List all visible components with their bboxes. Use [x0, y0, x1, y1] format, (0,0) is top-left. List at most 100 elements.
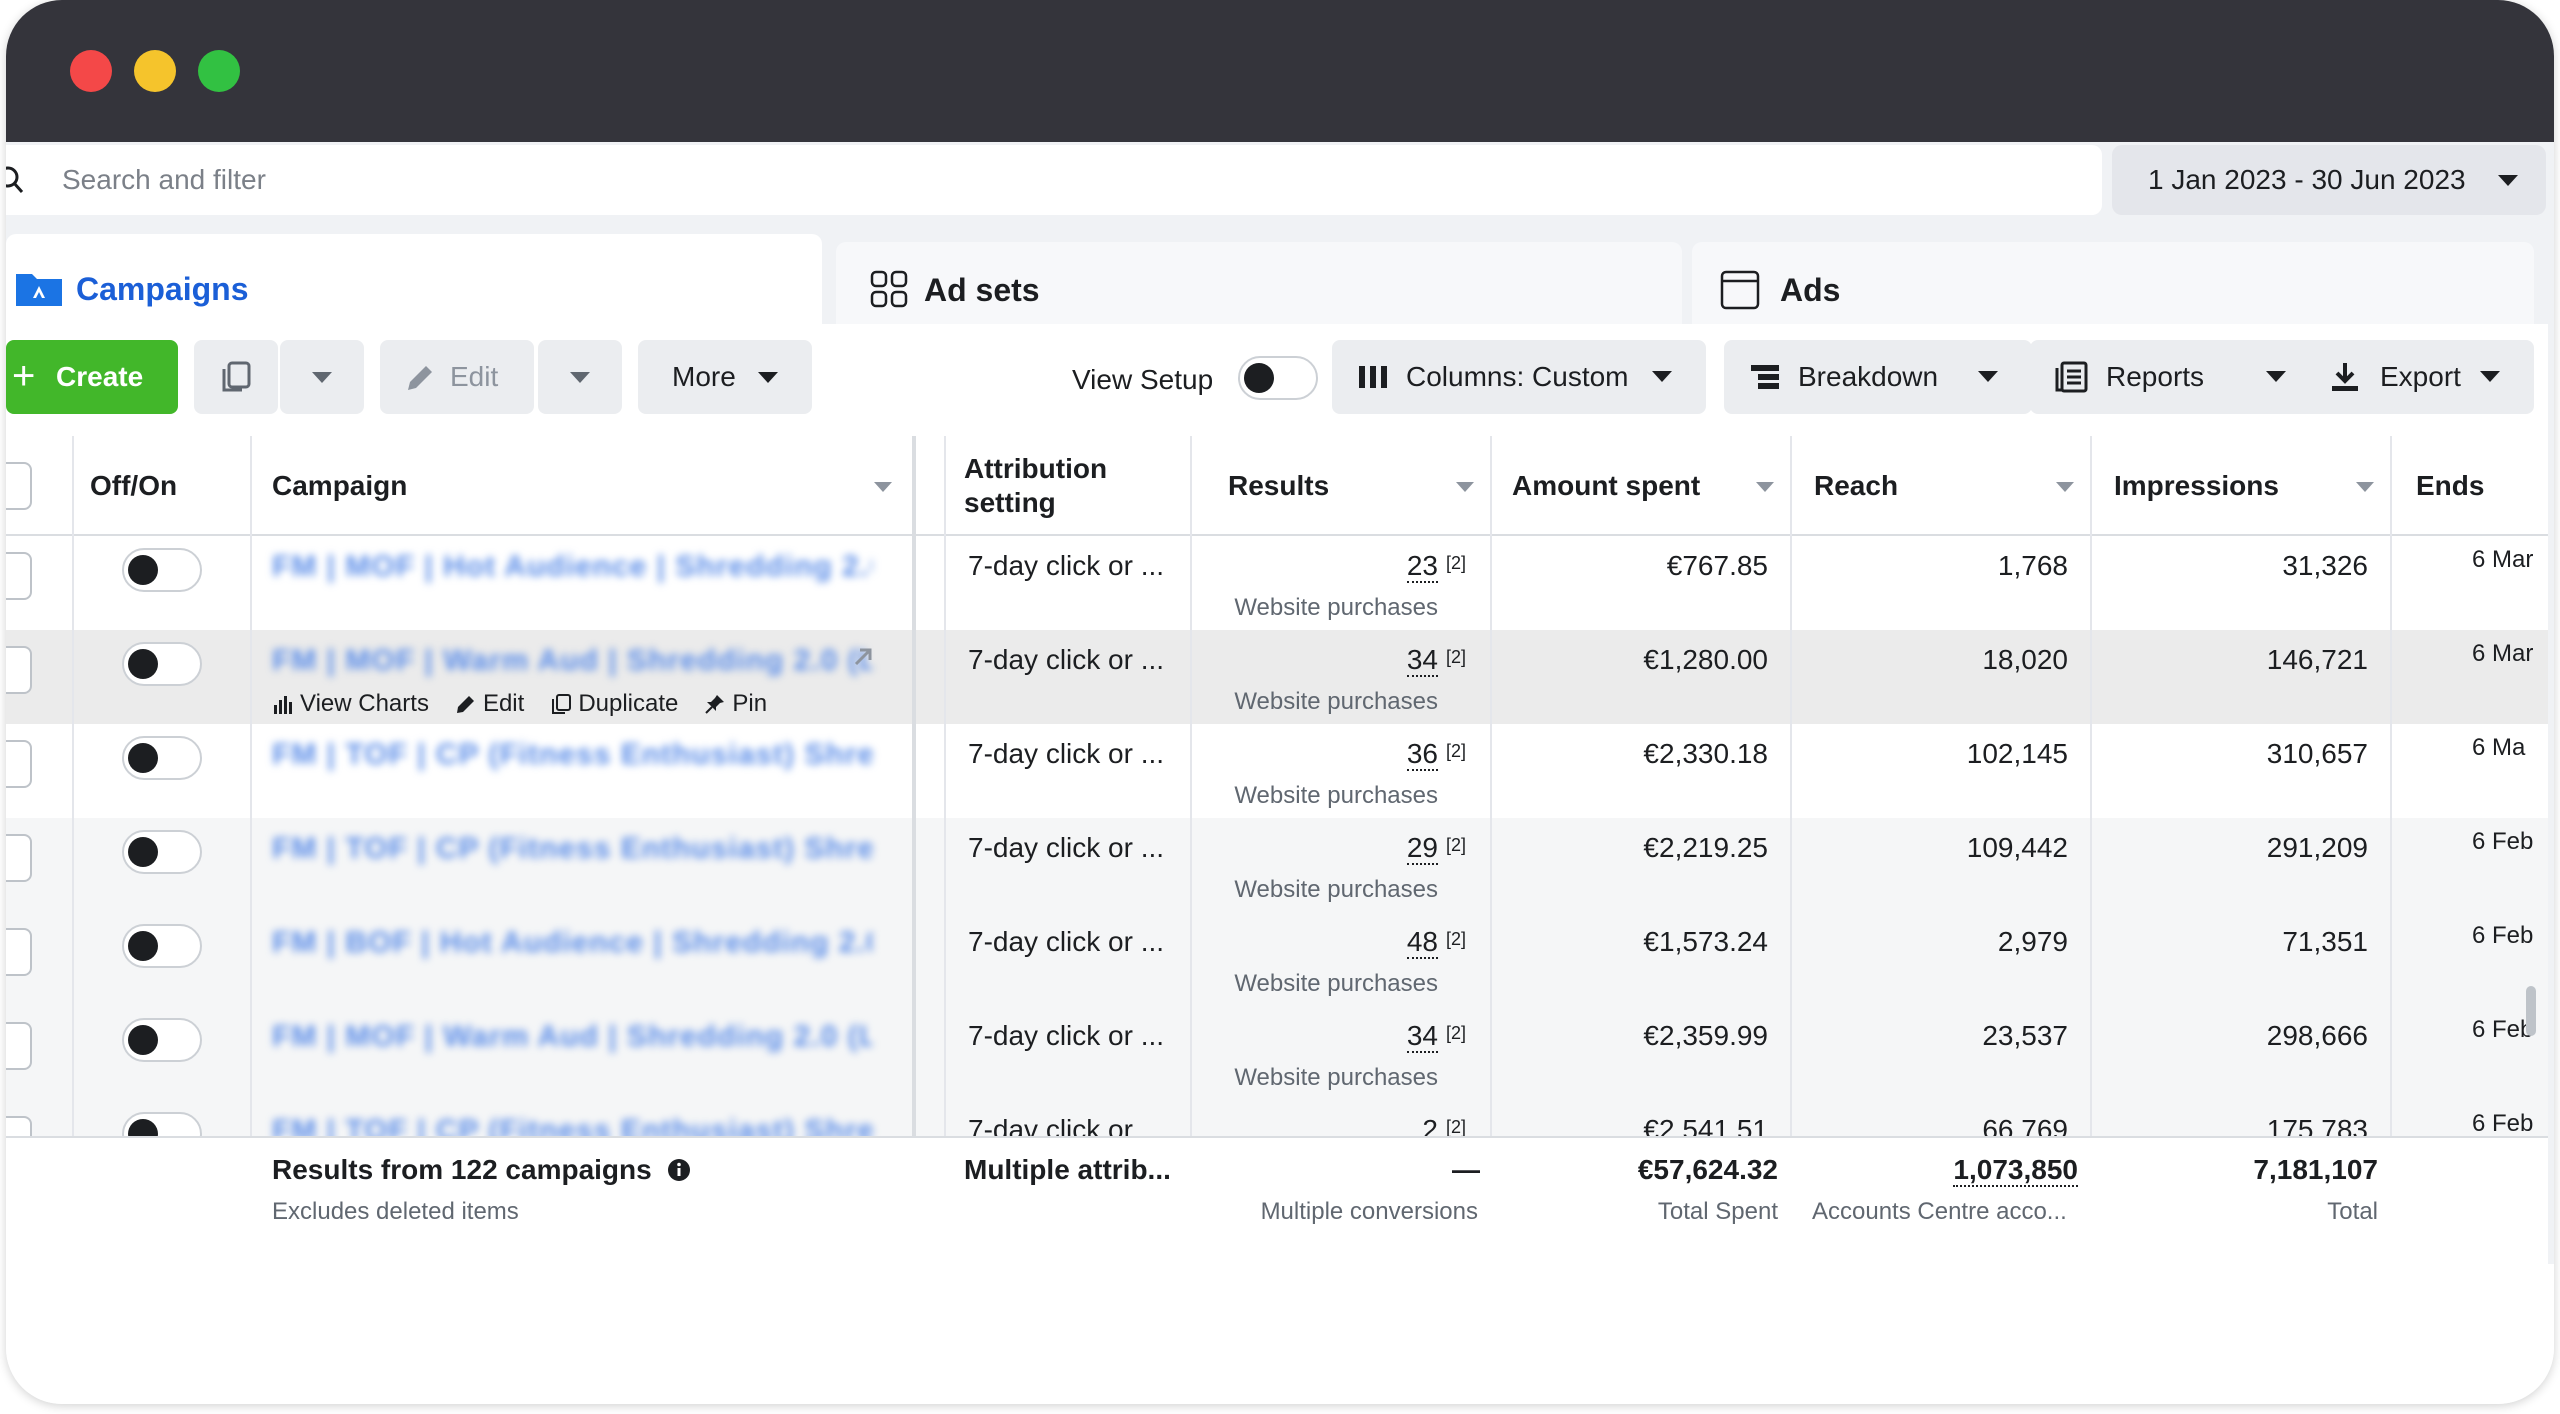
results-value[interactable]: 34: [1406, 1020, 1438, 1053]
chevron-down-icon: [1652, 371, 1672, 382]
more-button[interactable]: More: [638, 340, 812, 414]
row-checkbox[interactable]: [6, 740, 32, 788]
view-setup-toggle[interactable]: [1238, 356, 1318, 400]
sort-caret-icon[interactable]: [2056, 482, 2074, 492]
reach-cell: 109,442: [1966, 832, 2068, 863]
chevron-down-icon: [2480, 371, 2500, 382]
view-charts-link[interactable]: View Charts: [272, 690, 429, 718]
campaign-name[interactable]: FM | TOF | CP (Fitness Enthusiast) Shred…: [272, 738, 872, 772]
totals-reach-sub: Accounts Centre acco...: [1812, 1198, 2067, 1225]
search-bar[interactable]: [6, 145, 2102, 215]
row-checkbox[interactable]: [6, 1022, 32, 1070]
row-edit-link[interactable]: Edit: [455, 690, 524, 718]
table-row[interactable]: FM | TOF | CP (Fitness Enthusiast) Shred…: [6, 818, 2548, 912]
campaign-toggle[interactable]: [122, 548, 202, 592]
row-checkbox[interactable]: [6, 928, 32, 976]
breakdown-button[interactable]: Breakdown: [1724, 340, 2032, 414]
results-value[interactable]: 29: [1406, 832, 1438, 865]
results-cell: 48 [2]: [1194, 926, 1466, 959]
impressions-cell: 71,351: [2282, 926, 2368, 957]
header-campaign[interactable]: Campaign: [272, 436, 407, 536]
row-checkbox[interactable]: [6, 646, 32, 694]
row-pin-label: Pin: [732, 690, 768, 717]
search-input[interactable]: [62, 159, 1962, 201]
duplicate-button[interactable]: [194, 340, 278, 414]
header-off-on[interactable]: Off/On: [90, 436, 177, 536]
duplicate-dropdown-button[interactable]: [280, 340, 364, 414]
reports-button[interactable]: Reports: [2030, 340, 2320, 414]
edit-dropdown-button[interactable]: [538, 340, 622, 414]
totals-reach: 1,073,850: [1796, 1154, 2078, 1187]
campaign-name[interactable]: FM | MOF | Warm Aud | Shredding 2.0 (Lim…: [272, 1020, 872, 1054]
totals-title: Results from 122 campaigns: [272, 1154, 691, 1186]
search-icon: [6, 166, 24, 193]
campaign-toggle[interactable]: [122, 924, 202, 968]
sort-caret-icon[interactable]: [1456, 482, 1474, 492]
attribution-cell: 7-day click or ...: [968, 832, 1165, 863]
sort-caret-icon[interactable]: [2356, 482, 2374, 492]
results-value[interactable]: 23: [1406, 550, 1438, 583]
campaign-toggle[interactable]: [122, 830, 202, 874]
columns-button[interactable]: Columns: Custom: [1332, 340, 1706, 414]
results-footnote: [2]: [1445, 1023, 1466, 1043]
plus-icon: +: [12, 354, 36, 398]
campaign-name[interactable]: FM | BOF | Hot Audience | Shredding 2.0.…: [272, 926, 872, 960]
results-type: Website purchases: [1234, 1064, 1438, 1091]
ad-icon: [1720, 270, 1760, 310]
results-type: Website purchases: [1234, 876, 1438, 903]
chevron-down-icon: [2266, 371, 2286, 382]
ends-cell: 6 Feb: [2472, 828, 2534, 855]
ends-cell: 6 Mar: [2472, 640, 2534, 667]
header-reach[interactable]: Reach: [1814, 436, 1898, 536]
table-row[interactable]: FM | MOF | Warm Aud | Shredding 2.0 (Lim…: [6, 1006, 2548, 1100]
export-button[interactable]: Export: [2304, 340, 2534, 414]
totals-reach-value[interactable]: 1,073,850: [1953, 1154, 2078, 1187]
select-all-checkbox[interactable]: [6, 462, 32, 510]
edit-button[interactable]: Edit: [380, 340, 534, 414]
header-impressions[interactable]: Impressions: [2114, 436, 2279, 536]
maximize-window-button[interactable]: [198, 50, 240, 92]
results-type: Website purchases: [1234, 688, 1438, 715]
campaign-name[interactable]: FM | TOF | CP (Fitness Enthusiast) Shred…: [272, 832, 872, 866]
create-label: Create: [56, 361, 144, 392]
vertical-scrollbar[interactable]: [2526, 986, 2536, 1036]
create-button[interactable]: + Create: [6, 340, 178, 414]
campaign-toggle[interactable]: [122, 736, 202, 780]
campaign-toggle[interactable]: [122, 1018, 202, 1062]
date-range-picker[interactable]: 1 Jan 2023 - 30 Jun 2023: [2112, 145, 2546, 215]
attribution-cell: 7-day click or ...: [968, 1020, 1165, 1051]
results-value[interactable]: 34: [1406, 644, 1438, 677]
info-icon[interactable]: [667, 1158, 691, 1182]
pencil-icon: [408, 366, 432, 390]
page-bottom: [6, 1264, 2554, 1404]
row-checkbox[interactable]: [6, 834, 32, 882]
sort-caret-icon[interactable]: [874, 482, 892, 492]
campaign-name[interactable]: FM | MOF | Warm Aud | Shredding 2.0 (Lim…: [272, 644, 872, 678]
header-ends[interactable]: Ends: [2416, 436, 2484, 536]
campaign-toggle[interactable]: [122, 642, 202, 686]
more-label: More: [672, 361, 736, 392]
row-checkbox[interactable]: [6, 552, 32, 600]
close-window-button[interactable]: [70, 50, 112, 92]
row-duplicate-link[interactable]: Duplicate: [550, 690, 678, 718]
amount-spent-cell: €2,359.99: [1643, 1020, 1768, 1051]
chevron-down-icon: [1978, 371, 1998, 382]
sort-caret-icon[interactable]: [1756, 482, 1774, 492]
table-row[interactable]: FM | MOF | Hot Audience | Shredding 2.0 …: [6, 536, 2548, 630]
totals-amount-sub: Total Spent: [1657, 1198, 1778, 1225]
header-attribution-setting[interactable]: Attribution setting: [964, 436, 1164, 536]
header-amount-spent[interactable]: Amount spent: [1512, 436, 1700, 536]
table-row[interactable]: FM | MOF | Warm Aud | Shredding 2.0 (Lim…: [6, 630, 2548, 724]
table-row[interactable]: FM | TOF | CP (Fitness Enthusiast) Shred…: [6, 724, 2548, 818]
minimize-window-button[interactable]: [134, 50, 176, 92]
table-row[interactable]: FM | BOF | Hot Audience | Shredding 2.0.…: [6, 912, 2548, 1006]
row-pin-link[interactable]: Pin: [704, 690, 767, 718]
results-value[interactable]: 48: [1406, 926, 1438, 959]
totals-results-sub: Multiple conversions: [1260, 1198, 1478, 1225]
open-link-icon[interactable]: [850, 644, 876, 670]
ends-cell: 6 Feb: [2472, 1110, 2534, 1137]
results-value[interactable]: 36: [1406, 738, 1438, 771]
campaign-name[interactable]: FM | MOF | Hot Audience | Shredding 2.0 …: [272, 550, 872, 584]
header-results[interactable]: Results: [1228, 436, 1329, 536]
download-icon: [2332, 363, 2358, 391]
